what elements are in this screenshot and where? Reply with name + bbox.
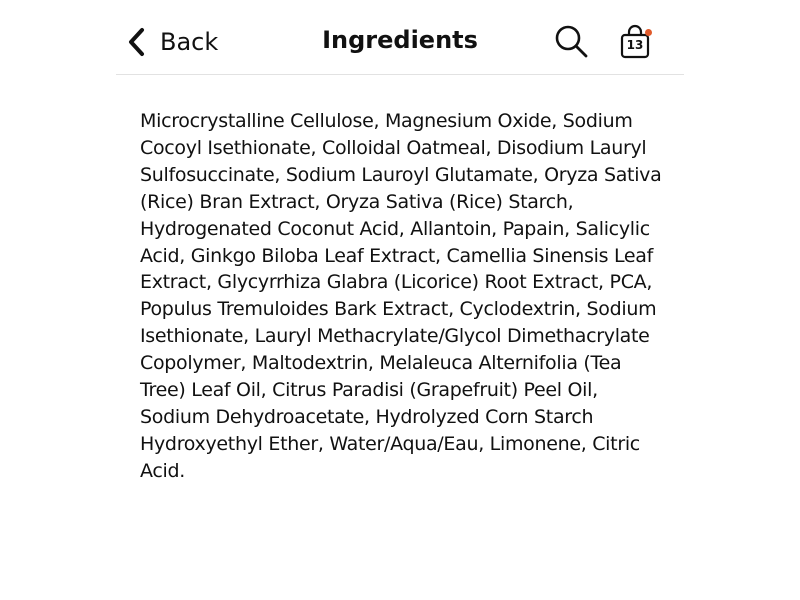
back-label: Back [160,28,219,56]
search-button[interactable] [554,24,590,60]
search-icon [554,25,590,64]
cart-count: 13 [626,38,644,52]
ingredients-screen: Back Ingredients 13 Microcrystalline Cel [0,0,800,600]
back-button[interactable]: Back [126,22,218,62]
cart-button[interactable]: 13 [618,24,654,64]
ingredients-list-text: Microcrystalline Cellulose, Magnesium Ox… [140,110,662,482]
navigation-bar: Back Ingredients 13 [116,0,684,75]
notification-dot [645,29,652,36]
chevron-left-icon [126,26,146,58]
